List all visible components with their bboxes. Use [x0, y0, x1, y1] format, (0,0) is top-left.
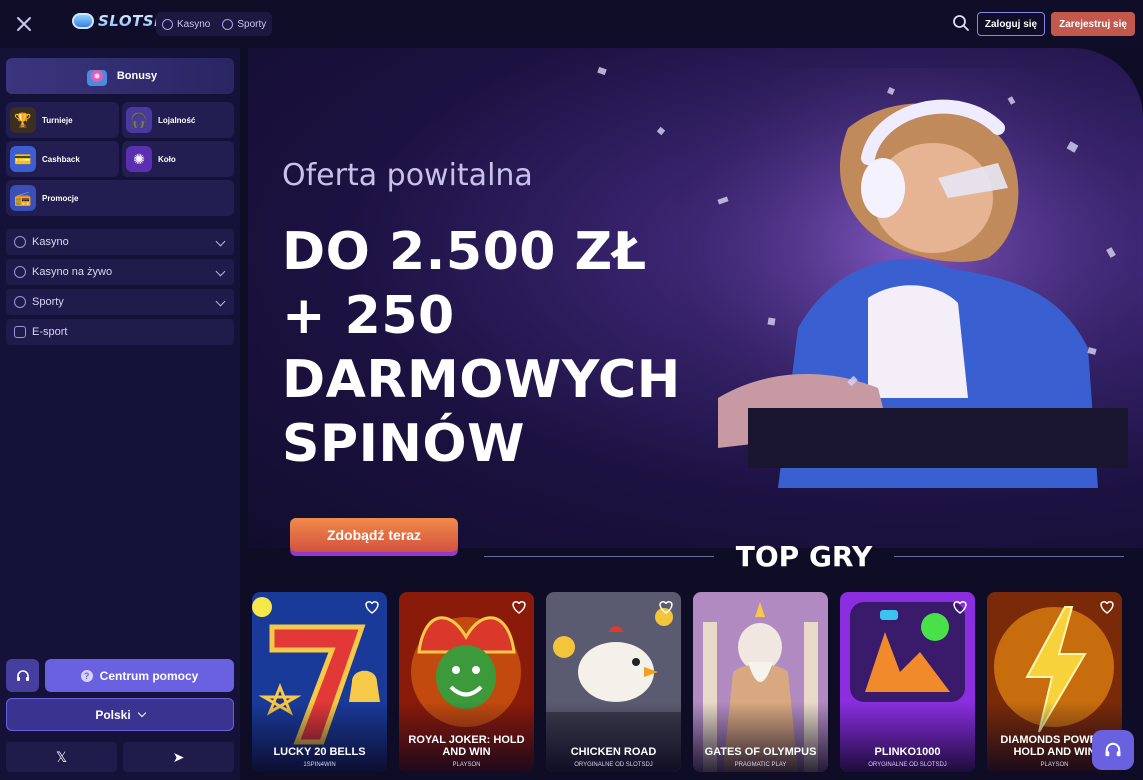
- register-button[interactable]: Zarejestruj się: [1051, 12, 1135, 36]
- bonus-gift-icon: [86, 70, 107, 86]
- tile-label: Cashback: [42, 154, 80, 164]
- game-card[interactable]: PLINKO1000 ORYGINALNE OD SLOTSDJ: [840, 592, 975, 772]
- favorite-heart-icon[interactable]: [951, 598, 969, 616]
- bonus-label: Bonusy: [116, 70, 158, 82]
- game-provider: ORYGINALNE OD SLOTSDJ: [574, 762, 653, 768]
- hero-title-line: DO 2.500 ZŁ: [282, 222, 647, 282]
- hero-title: DO 2.500 ZŁ + 250 DARMOWYCH SPINÓW: [282, 220, 681, 476]
- sidebar-item-label: E-sport: [32, 326, 68, 338]
- trophy-icon: 🏆: [10, 107, 36, 133]
- top-nav: Kasyno Sporty: [156, 12, 273, 36]
- favorite-heart-icon[interactable]: [657, 598, 675, 616]
- sidebar-tile-loyalty[interactable]: 🎧 Lojalność: [122, 102, 234, 138]
- top-games-title: TOP GRY: [735, 539, 873, 573]
- game-name: PLINKO1000: [874, 746, 941, 758]
- divider: [894, 555, 1124, 557]
- language-label: Polski: [95, 707, 131, 722]
- social-x-button[interactable]: 𝕏: [6, 742, 117, 772]
- game-card[interactable]: CHICKEN ROAD ORYGINALNE OD SLOTSDJ: [546, 592, 681, 772]
- game-provider: 1SPIN4WIN: [303, 762, 336, 768]
- game-card[interactable]: ROYAL JOKER: HOLD AND WIN PLAYSON: [399, 592, 534, 772]
- headset-icon: [1105, 742, 1121, 757]
- x-icon: 𝕏: [55, 748, 68, 765]
- search-button[interactable]: [952, 14, 970, 32]
- sidebar-item-label: Kasyno na żywo: [32, 266, 113, 278]
- top-nav-casino-label: Kasyno: [177, 18, 211, 30]
- sidebar-tile-wheel[interactable]: ✺ Koło: [122, 141, 234, 177]
- game-name: ROYAL JOKER: HOLD AND WIN: [408, 734, 525, 758]
- chevron-down-icon: [215, 236, 226, 247]
- game-provider: PRAGMATIC PLAY: [734, 762, 787, 768]
- sidebar-tile-tournaments[interactable]: 🏆 Turnieje: [6, 102, 119, 138]
- favorite-heart-icon[interactable]: [1098, 598, 1116, 616]
- top-nav-sports-label: Sporty: [237, 18, 267, 30]
- help-center-button[interactable]: ? Centrum pomocy: [45, 659, 234, 692]
- tile-label: Promocje: [42, 193, 79, 203]
- game-card[interactable]: GATES OF OLYMPUS PRAGMATIC PLAY: [693, 592, 828, 772]
- language-select[interactable]: Polski: [6, 698, 234, 731]
- sidebar-item-label: Sporty: [32, 296, 64, 308]
- hero-subtitle: Oferta powitalna: [282, 158, 533, 193]
- claim-bonus-button[interactable]: Zdobądź teraz: [290, 518, 458, 552]
- close-menu-button[interactable]: [12, 12, 36, 36]
- login-button[interactable]: Zaloguj się: [977, 12, 1045, 36]
- favorite-heart-icon[interactable]: [363, 598, 381, 616]
- social-telegram-button[interactable]: ➤: [123, 742, 234, 772]
- casino-icon: [162, 18, 173, 30]
- tile-label: Turnieje: [42, 115, 73, 125]
- live-chat-button[interactable]: [1092, 730, 1134, 770]
- help-icon: ?: [80, 669, 93, 682]
- help-center-label: Centrum pomocy: [99, 668, 199, 683]
- live-casino-icon: [14, 266, 26, 278]
- game-provider: ORYGINALNE OD SLOTSDJ: [868, 762, 947, 768]
- sports-icon: [222, 18, 234, 30]
- tile-label: Lojalność: [158, 115, 196, 125]
- game-name: GATES OF OLYMPUS: [704, 746, 817, 758]
- top-bar: SLOTSDJ Kasyno Sporty Zaloguj się Zareje…: [0, 0, 1143, 48]
- cashback-icon: 💳: [10, 146, 36, 172]
- headset-icon: [16, 669, 29, 681]
- sidebar-item-esport[interactable]: E-sport: [6, 319, 234, 345]
- sidebar-item-live-casino[interactable]: Kasyno na żywo: [6, 259, 234, 285]
- top-games-list: LUCKY 20 BELLS 1SPIN4WIN ROYAL JOKER: HO…: [252, 592, 1132, 772]
- esport-icon: [14, 326, 26, 338]
- hero-title-line: + 250: [282, 286, 455, 346]
- promo-icon: 📻: [10, 185, 36, 211]
- telegram-icon: ➤: [172, 748, 185, 765]
- sidebar-item-casino[interactable]: Kasyno: [6, 229, 234, 255]
- hero-title-line: SPINÓW: [282, 414, 525, 474]
- bonus-button[interactable]: Bonusy: [6, 58, 234, 94]
- chevron-down-icon: [215, 296, 226, 307]
- casino-icon: [14, 236, 26, 248]
- sidebar-tile-promotions[interactable]: 📻 Promocje: [6, 180, 234, 216]
- game-provider: PLAYSON: [452, 762, 481, 768]
- game-name: LUCKY 20 BELLS: [273, 746, 366, 758]
- logo-badge-icon: [72, 13, 94, 29]
- hero-dj-illustration: [678, 68, 1138, 508]
- hero-title-line: DARMOWYCH: [282, 350, 681, 410]
- search-icon: [953, 15, 969, 31]
- sidebar-item-label: Kasyno: [32, 236, 69, 248]
- sidebar: Bonusy 🏆 Turnieje 🎧 Lojalność 💳 Cashback…: [0, 48, 240, 780]
- tile-label: Koło: [158, 154, 176, 164]
- game-card[interactable]: LUCKY 20 BELLS 1SPIN4WIN: [252, 592, 387, 772]
- sidebar-tile-cashback[interactable]: 💳 Cashback: [6, 141, 119, 177]
- chevron-down-icon: [137, 708, 146, 718]
- support-headset-button[interactable]: [6, 659, 39, 692]
- divider: [484, 555, 714, 557]
- top-nav-sports[interactable]: Sporty: [222, 18, 267, 30]
- top-nav-casino[interactable]: Kasyno: [162, 18, 211, 30]
- sports-icon: [14, 296, 26, 308]
- main-content: Oferta powitalna DO 2.500 ZŁ + 250 DARMO…: [240, 48, 1143, 780]
- hero-banner[interactable]: Oferta powitalna DO 2.500 ZŁ + 250 DARMO…: [248, 48, 1143, 548]
- sidebar-item-sports[interactable]: Sporty: [6, 289, 234, 315]
- wheel-icon: ✺: [126, 146, 152, 172]
- close-icon: [17, 17, 31, 31]
- chevron-down-icon: [215, 266, 226, 277]
- game-name: CHICKEN ROAD: [570, 746, 657, 758]
- loyalty-icon: 🎧: [126, 107, 152, 133]
- favorite-heart-icon[interactable]: [510, 598, 528, 616]
